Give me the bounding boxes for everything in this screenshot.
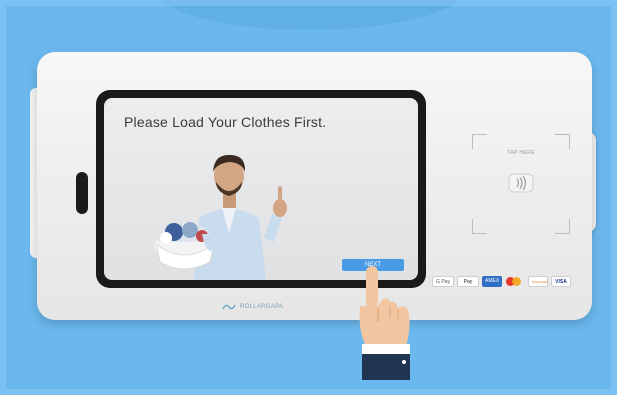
discover-logo: DISCOVER [528,276,548,287]
brand-name: ROLLARGAPA [240,304,284,310]
google-pay-logo: G Pay [432,276,454,287]
brand-logo: ROLLARGAPA [222,303,283,311]
brand-mark-icon [222,304,236,310]
card-reader-area[interactable]: TAP HERE [472,134,570,234]
visa-logo: VISA [551,276,571,287]
contactless-payment-icon [508,173,534,193]
kiosk-screen: Please Load Your Clothes First. NEXT [104,98,418,280]
camera-slot [76,172,88,214]
reader-label: TAP HERE [507,150,535,156]
person-with-laundry-illustration [154,154,287,280]
pointing-hand-icon [359,266,410,380]
payment-methods: G Pay Pay AMEX DISCOVER VISA [432,276,571,287]
screen-title: Please Load Your Clothes First. [124,114,327,130]
amex-logo: AMEX [482,276,502,287]
apple-pay-logo: Pay [457,276,479,287]
mastercard-logo [505,276,525,287]
